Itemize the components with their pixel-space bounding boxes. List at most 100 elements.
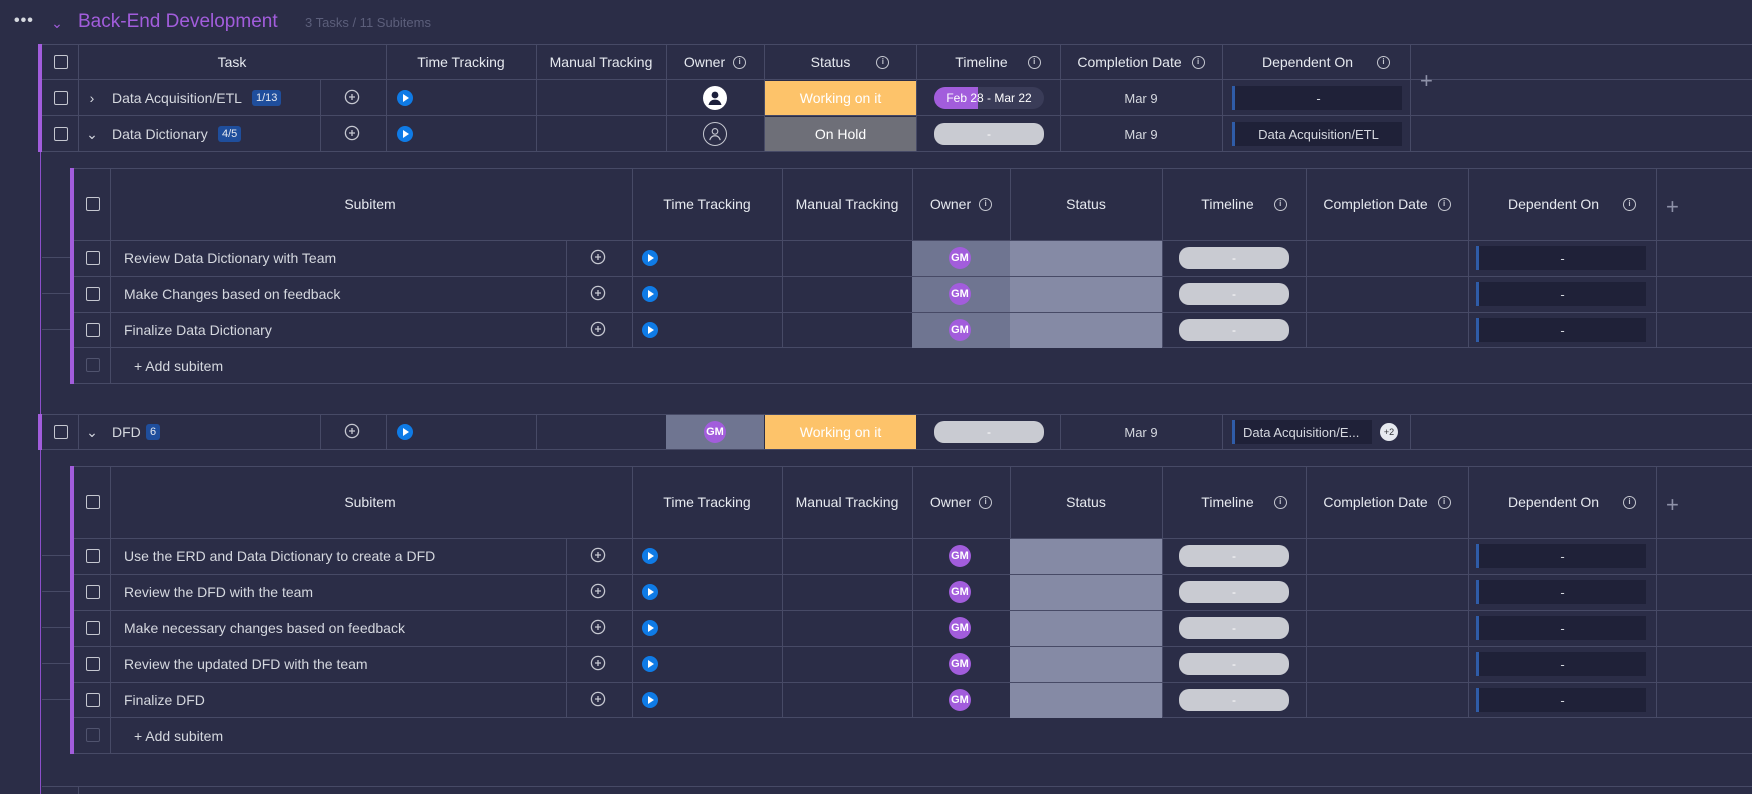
col-owner-header[interactable]: Owner i <box>666 44 764 80</box>
play-timer-icon[interactable] <box>642 250 658 266</box>
info-icon[interactable]: i <box>733 55 747 69</box>
subitems-select-all-checkbox[interactable] <box>86 197 100 211</box>
group-collapse-chevron-icon[interactable]: ⌄ <box>50 14 64 32</box>
col-status-header[interactable]: Status i <box>764 44 916 80</box>
dependent-on-cell[interactable]: - <box>1476 282 1646 306</box>
col-owner-header[interactable]: Owner i <box>912 168 1010 240</box>
info-icon[interactable]: i <box>1623 495 1637 509</box>
status-cell[interactable]: On Hold <box>765 117 916 151</box>
info-icon[interactable]: i <box>1273 197 1287 211</box>
col-task-header[interactable]: Task <box>78 44 386 80</box>
row-checkbox[interactable] <box>86 657 100 671</box>
play-timer-icon[interactable] <box>642 656 658 672</box>
task-name[interactable]: Data Acquisition/ETL <box>112 80 242 116</box>
status-cell[interactable] <box>1010 539 1162 574</box>
row-checkbox[interactable] <box>86 549 100 563</box>
subitem-name[interactable]: Review the DFD with the team <box>124 574 313 610</box>
dependent-on-cell[interactable]: - <box>1476 652 1646 676</box>
timeline-pill[interactable]: - <box>1179 653 1289 675</box>
info-icon[interactable]: i <box>1623 197 1637 211</box>
status-cell[interactable] <box>1010 277 1162 312</box>
col-completion-header[interactable]: Completion Date i <box>1060 44 1222 80</box>
add-update-icon[interactable] <box>590 249 606 265</box>
row-checkbox[interactable] <box>86 251 100 265</box>
subitem-name[interactable]: Finalize Data Dictionary <box>124 312 272 348</box>
status-cell[interactable] <box>1010 241 1162 276</box>
timeline-pill[interactable]: - <box>1179 617 1289 639</box>
row-checkbox[interactable] <box>54 127 68 141</box>
dependent-on-cell[interactable]: - <box>1476 246 1646 270</box>
timeline-pill[interactable]: - <box>1179 319 1289 341</box>
col-timeline-header[interactable]: Timeline i <box>916 44 1060 80</box>
col-manual-tracking-header[interactable]: Manual Tracking <box>782 168 912 240</box>
chevron-down-icon[interactable]: ⌄ <box>86 422 98 442</box>
col-time-tracking-header[interactable]: Time Tracking <box>632 168 782 240</box>
timeline-pill[interactable]: - <box>1179 689 1289 711</box>
col-manual-tracking-header[interactable]: Manual Tracking <box>782 466 912 538</box>
col-completion-header[interactable]: Completion Date i <box>1306 168 1468 240</box>
subitem-name[interactable]: Review the updated DFD with the team <box>124 646 368 682</box>
chevron-down-icon[interactable]: ⌄ <box>86 124 98 144</box>
subitem-name[interactable]: Review Data Dictionary with Team <box>124 240 336 276</box>
play-timer-icon[interactable] <box>642 322 658 338</box>
row-checkbox[interactable] <box>86 323 100 337</box>
col-timeline-header[interactable]: Timeline i <box>1162 466 1306 538</box>
col-dependent-header[interactable]: Dependent On i <box>1468 466 1656 538</box>
play-timer-icon[interactable] <box>642 584 658 600</box>
status-cell[interactable]: Working on it <box>765 81 916 115</box>
subitem-count-badge[interactable]: 6 <box>146 424 161 440</box>
subitem-count-badge[interactable]: 4/5 <box>218 126 242 142</box>
owner-avatar[interactable]: GM <box>704 421 726 443</box>
owner-avatar[interactable]: GM <box>949 689 971 711</box>
info-icon[interactable]: i <box>876 55 890 69</box>
status-cell[interactable]: Working on it <box>765 415 916 449</box>
col-status-header[interactable]: Status <box>1010 466 1162 538</box>
info-icon[interactable]: i <box>1273 495 1287 509</box>
owner-avatar[interactable]: GM <box>949 653 971 675</box>
play-timer-icon[interactable] <box>642 286 658 302</box>
select-all-checkbox[interactable] <box>54 55 68 69</box>
info-icon[interactable]: i <box>1437 495 1451 509</box>
owner-avatar[interactable]: GM <box>949 545 971 567</box>
add-column-plus-icon[interactable]: + <box>1666 494 1679 516</box>
status-cell[interactable] <box>1010 683 1162 718</box>
add-update-icon[interactable] <box>344 423 360 439</box>
add-update-icon[interactable] <box>590 321 606 337</box>
subitem-count-badge[interactable]: 1/13 <box>252 90 282 106</box>
col-status-header[interactable]: Status <box>1010 168 1162 240</box>
info-icon[interactable]: i <box>1191 55 1205 69</box>
subitem-name[interactable]: Use the ERD and Data Dictionary to creat… <box>124 538 435 574</box>
status-cell[interactable] <box>1010 313 1162 348</box>
add-update-icon[interactable] <box>344 125 360 141</box>
add-update-icon[interactable] <box>344 89 360 105</box>
col-dependent-header[interactable]: Dependent On i <box>1222 44 1410 80</box>
row-checkbox[interactable] <box>86 693 100 707</box>
subitem-name[interactable]: Make necessary changes based on feedback <box>124 610 405 646</box>
add-subitem-button[interactable]: + Add subitem <box>134 718 223 753</box>
add-subitem-button[interactable]: + Add subitem <box>134 348 223 383</box>
task-name[interactable]: Data Dictionary <box>112 116 208 152</box>
info-icon[interactable]: i <box>1377 55 1391 69</box>
completion-date[interactable]: Mar 9 <box>1060 80 1222 116</box>
status-cell[interactable] <box>1010 647 1162 682</box>
row-checkbox[interactable] <box>54 91 68 105</box>
more-dependencies-badge[interactable]: +2 <box>1380 423 1398 441</box>
play-timer-icon[interactable] <box>642 620 658 636</box>
owner-avatar[interactable]: GM <box>949 617 971 639</box>
info-icon[interactable]: i <box>979 495 993 509</box>
add-update-icon[interactable] <box>590 547 606 563</box>
owner-avatar-icon[interactable] <box>703 86 727 110</box>
empty-owner-icon[interactable] <box>703 122 727 146</box>
timeline-pill[interactable]: Feb 28 - Mar 22 <box>934 87 1044 109</box>
row-checkbox[interactable] <box>86 621 100 635</box>
row-checkbox[interactable] <box>86 287 100 301</box>
status-cell[interactable] <box>1010 611 1162 646</box>
play-timer-icon[interactable] <box>642 692 658 708</box>
col-completion-header[interactable]: Completion Date i <box>1306 466 1468 538</box>
info-icon[interactable]: i <box>1437 197 1451 211</box>
dependent-on-cell[interactable]: - <box>1476 688 1646 712</box>
col-time-tracking-header[interactable]: Time Tracking <box>386 44 536 80</box>
add-update-icon[interactable] <box>590 619 606 635</box>
play-timer-icon[interactable] <box>397 90 413 106</box>
col-owner-header[interactable]: Owner i <box>912 466 1010 538</box>
